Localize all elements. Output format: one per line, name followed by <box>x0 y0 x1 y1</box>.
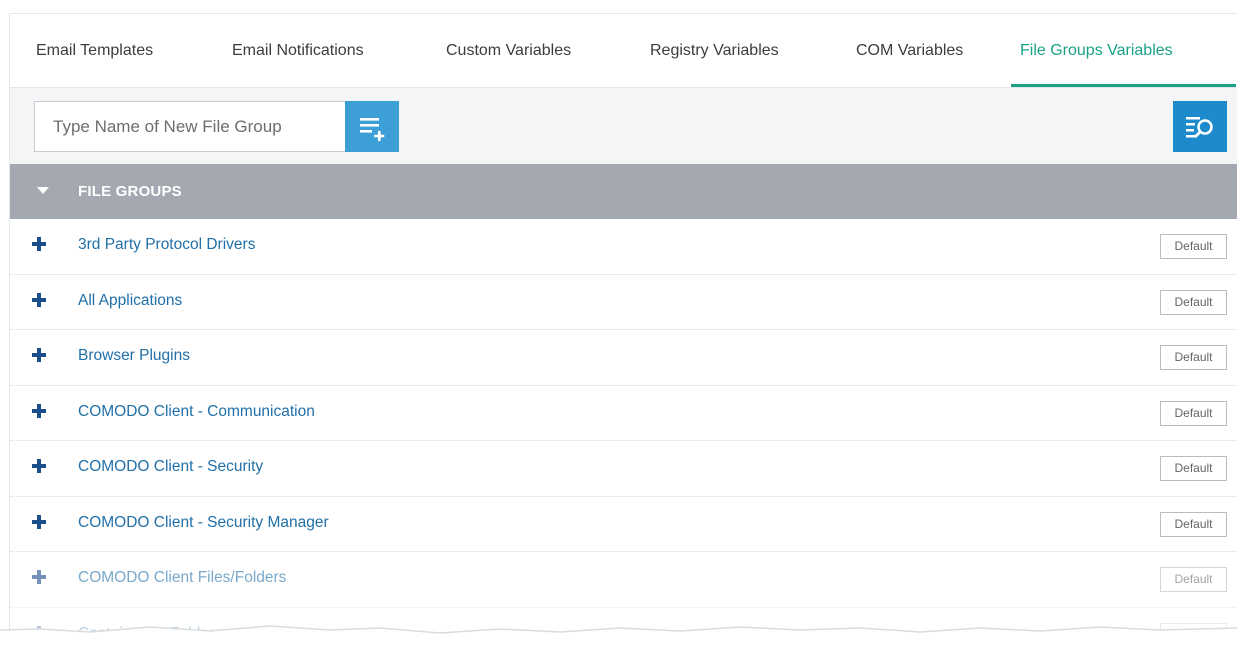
default-badge: Default <box>1160 234 1227 259</box>
file-group-name[interactable]: Browser Plugins <box>78 330 190 382</box>
file-group-name[interactable]: COMODO Client Files/Folders <box>78 552 286 604</box>
list-item: COMODO Client - Communication Default <box>10 386 1237 441</box>
tab-email-notifications[interactable]: Email Notifications <box>232 14 364 87</box>
default-badge: Default <box>1160 345 1227 370</box>
file-group-name[interactable]: All Applications <box>78 275 182 327</box>
toolbar <box>10 87 1237 164</box>
file-group-name[interactable]: COMODO Client - Security <box>78 441 263 493</box>
expand-plus-icon[interactable] <box>32 459 46 473</box>
list-item: 3rd Party Protocol Drivers Default <box>10 219 1237 275</box>
list-item: COMODO Client Files/Folders Default <box>10 552 1237 608</box>
list-item: Browser Plugins Default <box>10 330 1237 386</box>
file-groups-section-header[interactable]: FILE GROUPS <box>10 164 1237 219</box>
tab-file-groups-variables[interactable]: File Groups Variables <box>1020 14 1173 87</box>
tab-email-templates[interactable]: Email Templates <box>36 14 153 87</box>
expand-plus-icon[interactable] <box>32 570 46 584</box>
new-file-group-input[interactable] <box>34 101 346 152</box>
file-groups-list: 3rd Party Protocol Drivers Default All A… <box>10 219 1237 655</box>
tab-com-variables[interactable]: COM Variables <box>856 14 963 87</box>
list-search-icon <box>1186 117 1213 138</box>
torn-edge <box>0 625 1237 655</box>
default-badge: Default <box>1160 456 1227 481</box>
default-badge: Default <box>1160 289 1227 315</box>
file-group-name[interactable]: 3rd Party Protocol Drivers <box>78 219 255 271</box>
caret-down-icon[interactable] <box>37 187 49 194</box>
expand-plus-icon[interactable] <box>32 514 46 529</box>
tab-custom-variables[interactable]: Custom Variables <box>446 14 571 87</box>
default-badge: Default <box>1160 400 1227 426</box>
add-file-group-button[interactable] <box>345 101 399 152</box>
file-group-name[interactable]: COMODO Client - Communication <box>78 386 315 438</box>
default-badge: Default <box>1160 567 1227 592</box>
expand-plus-icon[interactable] <box>32 403 46 418</box>
list-item: COMODO Client - Security Default <box>10 441 1237 497</box>
file-group-name[interactable]: COMODO Client - Security Manager <box>78 497 329 549</box>
expand-plus-icon[interactable] <box>32 237 46 251</box>
tab-bar: Email Templates Email Notifications Cust… <box>10 14 1237 87</box>
expand-plus-icon[interactable] <box>32 348 46 362</box>
list-item: All Applications Default <box>10 275 1237 330</box>
file-groups-panel: Email Templates Email Notifications Cust… <box>9 13 1237 655</box>
search-file-groups-button[interactable] <box>1173 101 1227 152</box>
section-title: FILE GROUPS <box>78 183 182 200</box>
expand-plus-icon[interactable] <box>32 292 46 307</box>
tab-registry-variables[interactable]: Registry Variables <box>650 14 779 87</box>
list-item: COMODO Client - Security Manager Default <box>10 497 1237 552</box>
default-badge: Default <box>1160 511 1227 537</box>
list-add-icon <box>360 118 385 141</box>
